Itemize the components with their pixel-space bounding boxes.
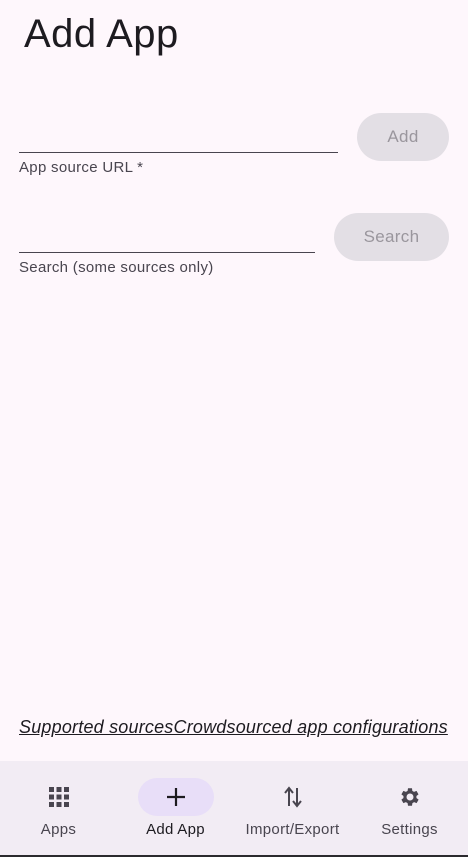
app-source-url-input[interactable] <box>19 118 337 150</box>
search-label: Search (some sources only) <box>19 259 214 276</box>
nav-item-import-export[interactable]: Import/Export <box>234 761 351 857</box>
app-source-url-underline <box>19 152 338 153</box>
crowdsourced-configs-link[interactable]: Crowdsourced app configurations <box>174 717 448 737</box>
nav-apps-label: Apps <box>40 821 77 838</box>
nav-import-export-indicator <box>255 778 331 816</box>
import-export-icon <box>283 786 302 808</box>
nav-settings-indicator <box>372 778 448 816</box>
search-underline <box>19 252 315 253</box>
nav-add-app-indicator <box>137 778 214 816</box>
search-input[interactable] <box>19 218 314 250</box>
bottom-navigation-bar: Apps Add App Import/Export Settings <box>0 761 468 857</box>
nav-item-apps[interactable]: Apps <box>0 761 117 857</box>
nav-settings-label: Settings <box>381 821 438 838</box>
supported-sources-link[interactable]: Supported sources <box>19 717 174 737</box>
gear-icon <box>400 788 419 806</box>
nav-add-app-label: Add App <box>146 821 205 838</box>
source-links: Supported sourcesCrowdsourced app config… <box>19 717 468 738</box>
search-button[interactable]: Search <box>334 213 449 261</box>
nav-item-add-app[interactable]: Add App <box>117 761 234 857</box>
nav-item-settings[interactable]: Settings <box>351 761 468 857</box>
grid-icon <box>48 787 69 807</box>
nav-apps-indicator <box>21 778 97 816</box>
page-title: Add App <box>24 12 179 56</box>
plus-icon <box>166 788 185 806</box>
app-source-url-label: App source URL * <box>19 159 144 176</box>
add-button[interactable]: Add <box>357 113 449 161</box>
nav-import-export-label: Import/Export <box>245 821 340 838</box>
